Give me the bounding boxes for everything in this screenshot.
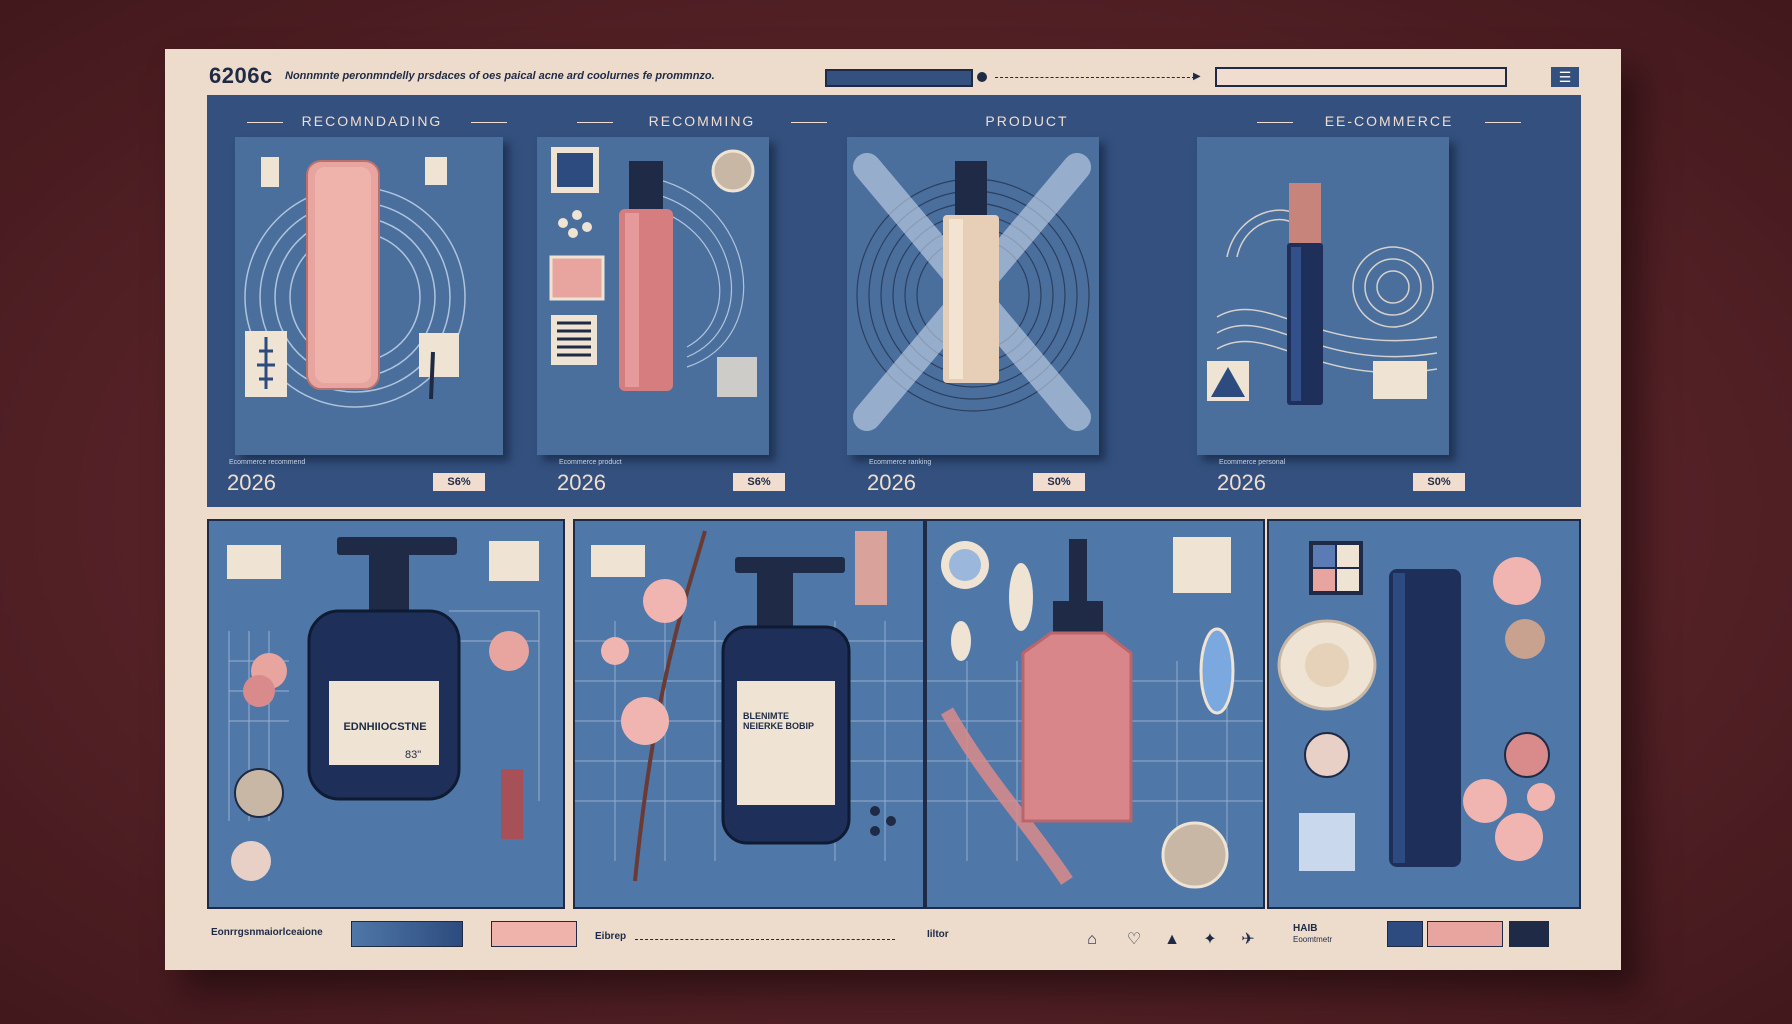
footer-label: Iiltor [927,929,949,940]
card-heading-text: PRODUCT [985,113,1069,129]
color-swatch-pink[interactable] [491,921,577,947]
footer-label: HAIB [1293,923,1318,934]
card-year: 2026 [227,470,276,495]
card-meta: Ecommerce personal [1219,459,1286,466]
card-meta: Ecommerce recommend [229,459,306,466]
color-swatch-rose[interactable] [1427,921,1503,947]
product-card[interactable]: BLENIMTE NEIERKE BOBIP [573,519,925,909]
top-card[interactable]: RECOMMING Ecommerce product 2026 S6% [537,95,867,507]
footer-progress-line [635,939,895,940]
brand-logo: 6206c [209,63,273,88]
footer-label: Eibrep [595,931,627,942]
card-heading-text: RECOMMING [648,113,756,129]
footer-sublabel: Eoomtmetr [1293,935,1333,944]
discount-badge[interactable]: S6% [733,473,785,491]
product-image [235,137,503,455]
tagline: Nonnmnte peronmndelly prsdaces of oes pa… [285,70,715,82]
search-bar[interactable] [825,69,973,87]
product-image [537,137,769,455]
bottle-label-title: EDNHIIOCSTNE [343,721,427,733]
filter-bar[interactable] [1215,67,1507,87]
card-meta: Ecommerce product [559,459,622,466]
slider-knob[interactable] [977,72,987,82]
bottle-label-price: 83" [405,749,422,761]
top-card[interactable]: PRODUCT Ecommerce ranking 2026 S0% [847,95,1207,507]
recommendation-row: RECOMNDADING Ecommerce recommend 2026 S6… [207,95,1581,507]
top-card[interactable]: RECOMNDADING Ecommerce recommend 2026 S6… [207,95,537,507]
card-heading: PRODUCT [847,113,1207,129]
product-image [847,137,1099,455]
card-heading: EE-COMMERCE [1197,113,1581,129]
discount-badge[interactable]: S0% [1413,473,1465,491]
product-card[interactable] [1267,519,1581,909]
heart-icon[interactable]: ♡ [1125,931,1143,949]
card-heading-text: EE-COMMERCE [1324,113,1454,129]
bell-icon[interactable]: ▲ [1163,931,1181,949]
bottle-label-title: BLENIMTE NEIERKE BOBIP [743,711,815,731]
card-year: 2026 [557,470,606,495]
menu-icon[interactable]: ☰ [1551,67,1579,87]
card-heading-text: RECOMNDADING [301,113,443,129]
discount-badge[interactable]: S6% [433,473,485,491]
card-year: 2026 [1217,470,1266,495]
top-card[interactable]: EE-COMMERCE Ecommerce personal 2026 S0% [1197,95,1581,507]
progress-line [995,77,1195,78]
dashboard-board: 6206c Nonnmnte peronmndelly prsdaces of … [165,49,1621,970]
card-year: 2026 [867,470,916,495]
product-image [1197,137,1449,455]
footer-label: Eonrrgsnmaiorlceaione [211,927,323,938]
color-swatch-navy[interactable] [1387,921,1423,947]
card-meta: Ecommerce ranking [869,459,932,466]
product-card[interactable] [925,519,1265,909]
card-heading: RECOMNDADING [207,113,537,129]
product-grid: EDNHIIOCSTNE 83" BLENIMTE NEIERKE BOBIP [207,519,1581,909]
discount-badge[interactable]: S0% [1033,473,1085,491]
color-swatch-blue[interactable] [351,921,463,947]
top-bar: 6206c Nonnmnte peronmndelly prsdaces of … [165,49,1621,93]
star-icon[interactable]: ✦ [1201,931,1219,949]
arrow-right-icon: ▶ [1193,71,1201,82]
card-heading: RECOMMING [537,113,867,129]
color-swatch-dark[interactable] [1509,921,1549,947]
product-card[interactable]: EDNHIIOCSTNE 83" [207,519,565,909]
share-icon[interactable]: ✈ [1239,931,1257,949]
bag-icon[interactable]: ⌂ [1083,931,1101,949]
